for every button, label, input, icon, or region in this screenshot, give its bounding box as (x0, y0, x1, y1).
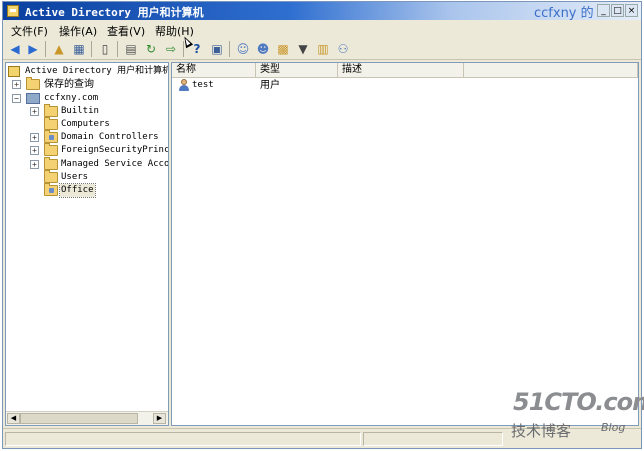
tree-item-label: ccfxny.com (44, 93, 99, 103)
tree-item-label: Users (61, 172, 89, 182)
expand-icon[interactable]: + (30, 146, 39, 155)
export-list-icon[interactable]: ⇨ (163, 41, 179, 57)
new-ou-icon[interactable]: ▩ (275, 41, 291, 57)
toolbar-separator (91, 41, 92, 57)
column-header-type[interactable]: 类型 (256, 63, 338, 78)
forward-icon[interactable]: ▶ (25, 41, 41, 57)
folder-icon (44, 143, 58, 156)
minimize-icon[interactable]: _ (597, 4, 610, 17)
toolbar: ◀ ▶ ▲ ▦ ▯ ▤ ↻ ⇨ ? ▣ ☺ ☻ ▩ ▼ ▥ ⚇ (3, 38, 641, 60)
ad-console-icon (7, 5, 19, 17)
site-watermark: 51CTO.com (513, 388, 644, 416)
find-icon[interactable]: ▥ (315, 41, 331, 57)
list-item-name: test (192, 80, 214, 90)
close-icon[interactable]: × (625, 4, 638, 17)
tree-horizontal-scrollbar[interactable]: ◀ ▶ (6, 411, 168, 425)
folder-icon (44, 104, 58, 117)
collapse-icon[interactable]: − (12, 94, 21, 103)
properties-icon[interactable]: ▤ (123, 41, 139, 57)
user-icon (178, 79, 190, 92)
folder-icon (26, 77, 40, 90)
show-hide-tree-icon[interactable]: ▦ (71, 41, 87, 57)
expand-icon[interactable]: + (12, 80, 21, 89)
blog-watermark-cn: 技术博客 (511, 422, 572, 440)
domain-icon (26, 93, 40, 104)
menu-action[interactable]: 操作(A) (59, 23, 97, 39)
column-header-filler (464, 63, 638, 78)
maximize-icon[interactable]: □ (611, 4, 624, 17)
ad-console-icon (8, 66, 20, 77)
toolbar-separator (229, 41, 230, 57)
tree-item-label: Domain Controllers (61, 132, 159, 142)
blog-watermark-en: Blog (601, 421, 626, 434)
folder-icon (44, 157, 58, 170)
console-icon[interactable]: ▣ (209, 41, 225, 57)
column-header-name[interactable]: 名称 (172, 63, 256, 78)
up-folder-icon[interactable]: ▲ (51, 41, 67, 57)
back-icon[interactable]: ◀ (7, 41, 23, 57)
status-panel (363, 432, 503, 446)
refresh-icon[interactable]: ↻ (143, 41, 159, 57)
title-bar[interactable]: Active Directory 用户和计算机 ccfxny 的 _ □ × (3, 2, 641, 21)
new-user-icon[interactable]: ☺ (235, 41, 251, 57)
new-group-icon[interactable]: ☻ (255, 41, 271, 57)
filter-icon[interactable]: ▼ (295, 41, 311, 57)
expand-icon[interactable]: + (30, 160, 39, 169)
menu-file[interactable]: 文件(F) (11, 23, 48, 39)
tree-item-label: Office (59, 183, 96, 198)
menu-view[interactable]: 查看(V) (107, 23, 145, 39)
tree-root-label: Active Directory 用户和计算机 (25, 66, 169, 76)
list-item[interactable]: test 用户 (172, 79, 638, 92)
folder-icon (44, 117, 58, 130)
scroll-left-icon[interactable]: ◀ (7, 413, 20, 424)
toolbar-separator (117, 41, 118, 57)
expand-icon[interactable]: + (30, 107, 39, 116)
tree-item-label: ForeignSecurityPrincip (61, 145, 169, 155)
tree-item-label: Builtin (61, 106, 99, 116)
scroll-thumb[interactable] (20, 413, 138, 424)
column-header-description[interactable]: 描述 (338, 63, 464, 78)
mmc-window: Active Directory 用户和计算机 ccfxny 的 _ □ × 文… (2, 1, 642, 449)
ou-icon (44, 130, 58, 143)
folder-icon (44, 170, 58, 183)
status-panel (5, 432, 361, 446)
window-title: Active Directory 用户和计算机 (25, 6, 204, 19)
add-to-group-icon[interactable]: ⚇ (335, 41, 351, 57)
tree-item-label: 保存的查询 (44, 79, 94, 90)
list-pane[interactable]: 名称 类型 描述 test 用户 (171, 62, 639, 426)
toolbar-separator (45, 41, 46, 57)
ou-icon (44, 183, 58, 196)
tree-item-label: Managed Service Accour (61, 159, 169, 169)
menu-bar: 文件(F) 操作(A) 查看(V) 帮助(H) (3, 20, 641, 38)
top-watermark: ccfxny 的 (534, 6, 594, 21)
expand-icon[interactable]: + (30, 133, 39, 142)
delete-icon[interactable]: ▯ (97, 41, 113, 57)
tree-item-label: Computers (61, 119, 110, 129)
list-item-type: 用户 (260, 80, 280, 91)
tree-pane[interactable]: Active Directory 用户和计算机 + 保存的查询 − ccfxny… (5, 62, 169, 426)
scroll-right-icon[interactable]: ▶ (153, 413, 166, 424)
